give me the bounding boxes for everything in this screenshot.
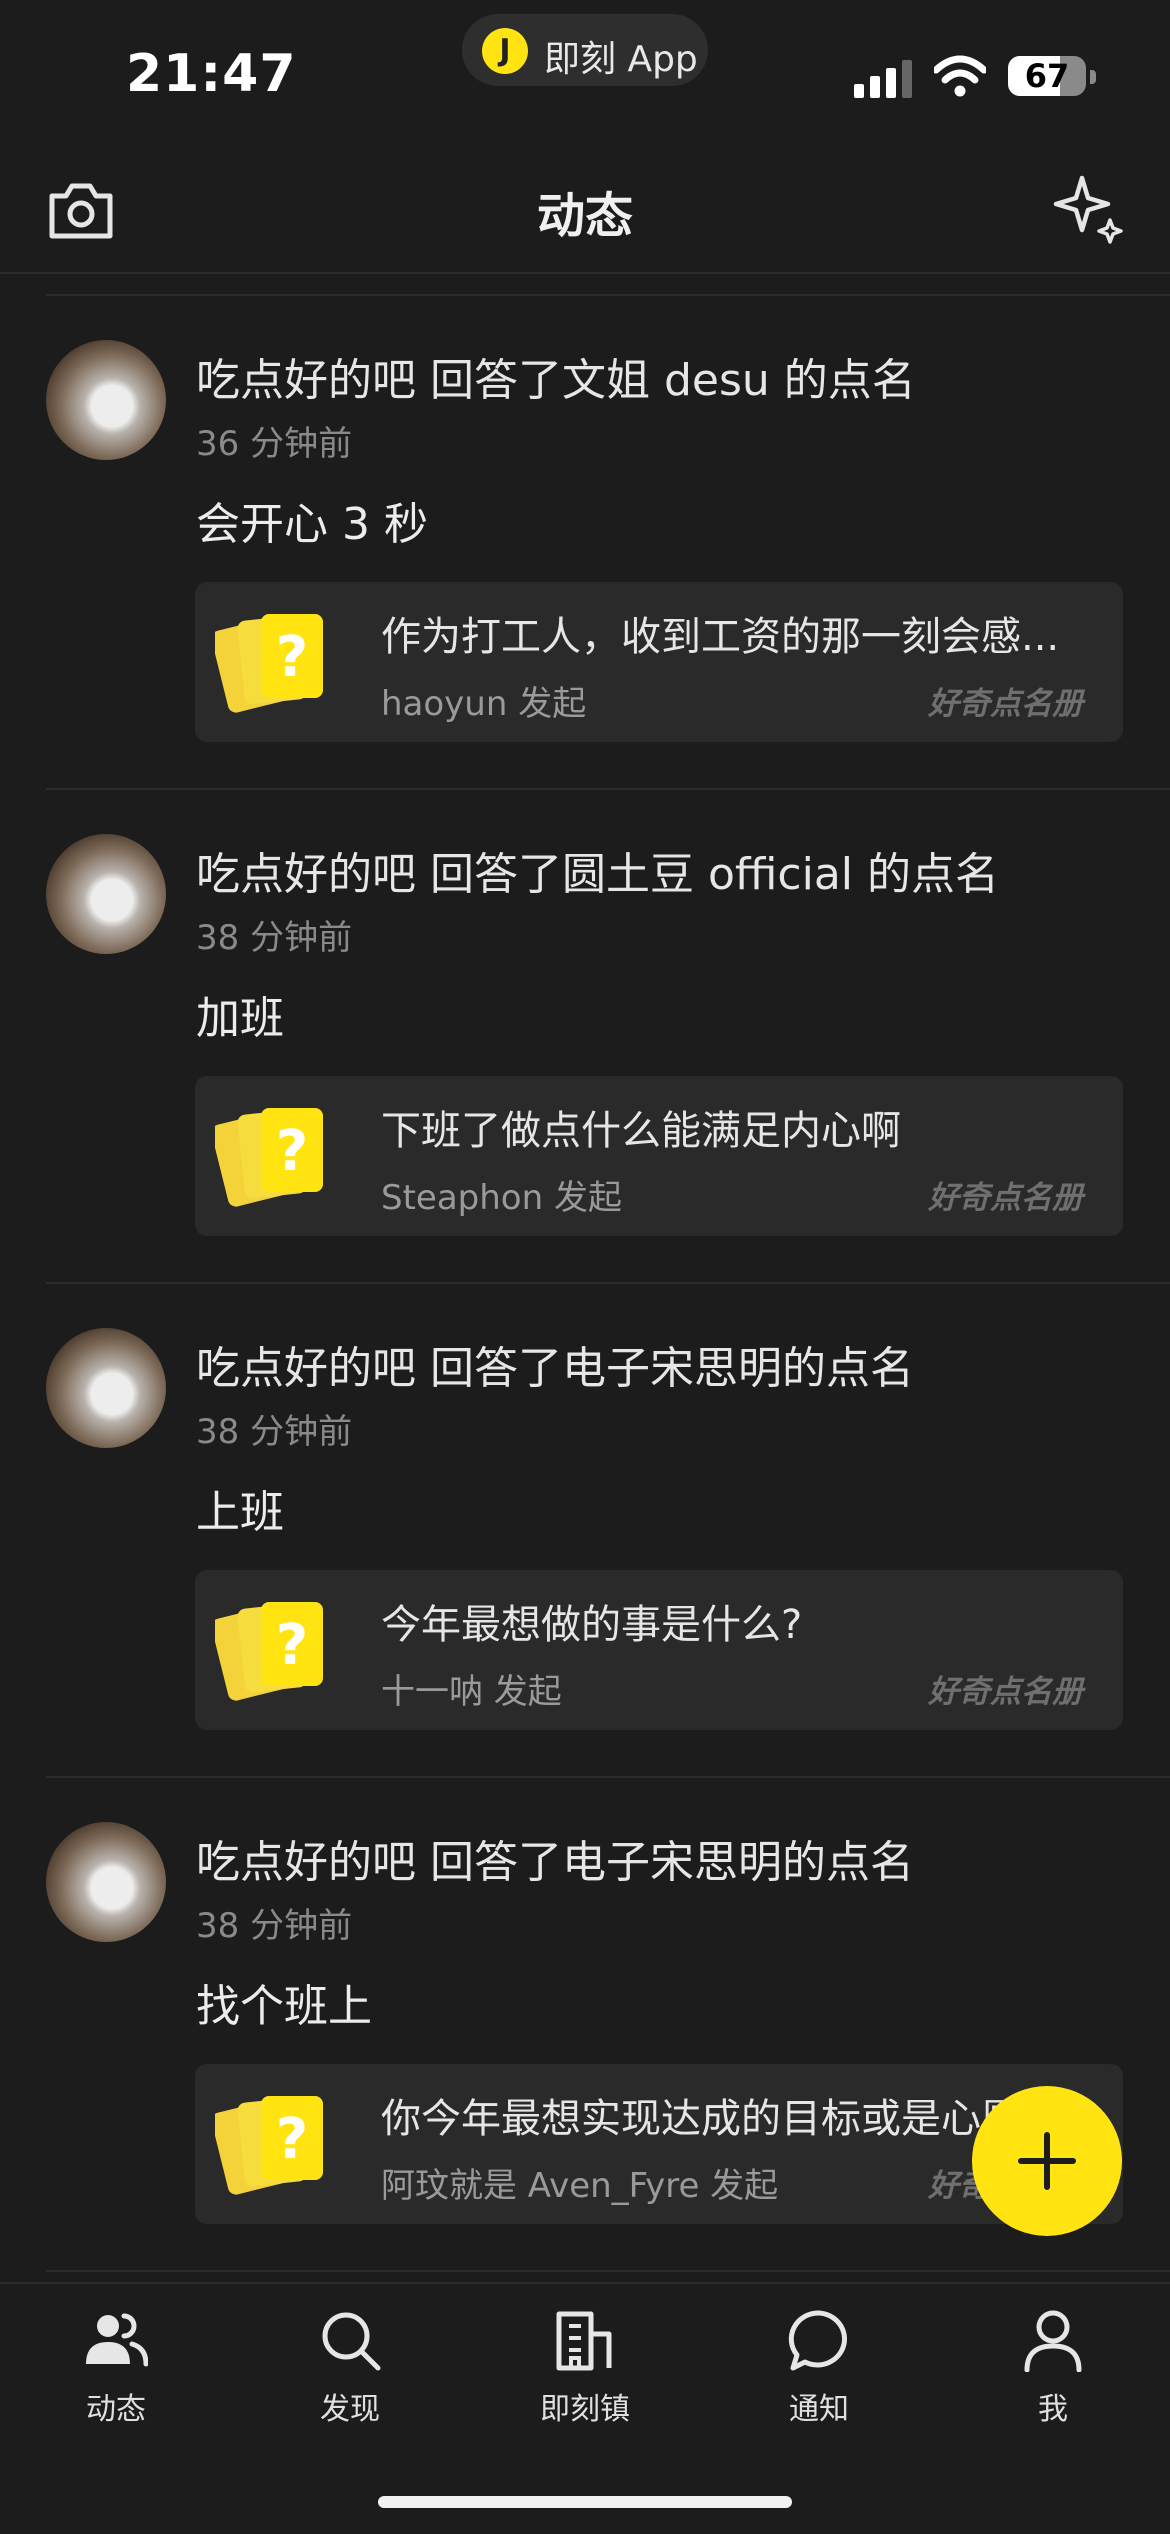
tab-label: 通知 bbox=[789, 2392, 849, 2427]
action-text: 回答了电子宋思明的点名 bbox=[416, 1837, 914, 1888]
chat-bubble-icon bbox=[788, 2310, 847, 2371]
feed-headline: 吃点好的吧 回答了电子宋思明的点名 bbox=[196, 1826, 914, 1890]
app-indicator-label: 即刻 App bbox=[544, 39, 698, 80]
question-cards-icon: ? bbox=[215, 2096, 323, 2195]
answer-text: 会开心 3 秒 bbox=[196, 499, 428, 550]
create-post-button[interactable] bbox=[972, 2086, 1122, 2236]
wifi-icon bbox=[934, 55, 986, 97]
question-cards-icon: ? bbox=[215, 1602, 323, 1701]
status-bar: 21:47 J 即刻 App 67 bbox=[0, 0, 1170, 150]
feed-headline: 吃点好的吧 回答了圆土豆 official 的点名 bbox=[196, 838, 999, 902]
timestamp: 38 分钟前 bbox=[196, 1412, 353, 1452]
app-indicator-pill[interactable]: J 即刻 App bbox=[462, 14, 708, 86]
rollcall-card[interactable]: ? 作为打工人，收到工资的那一刻会感... haoyun 发起 好奇点名册 bbox=[195, 582, 1123, 742]
user-name[interactable]: 吃点好的吧 bbox=[196, 355, 416, 406]
feed-headline: 吃点好的吧 回答了文姐 desu 的点名 bbox=[196, 344, 916, 408]
action-text: 回答了圆土豆 official 的点名 bbox=[416, 849, 1000, 900]
svg-text:?: ? bbox=[276, 625, 308, 690]
search-icon bbox=[322, 2312, 381, 2371]
question-cards-icon: ? bbox=[215, 614, 323, 713]
question-cards-icon: ? bbox=[215, 1108, 323, 1207]
svg-text:?: ? bbox=[276, 1119, 308, 1184]
home-indicator bbox=[378, 2496, 792, 2508]
card-initiator: 十一呐 发起 bbox=[381, 1672, 562, 1712]
feed-item[interactable]: 吃点好的吧 回答了电子宋思明的点名 38 分钟前 上班 ? 今年最想做的事是什么… bbox=[46, 1284, 1170, 1778]
cellular-signal-icon bbox=[854, 60, 912, 98]
jike-logo-icon: J bbox=[482, 28, 528, 74]
avatar[interactable] bbox=[46, 340, 166, 460]
user-name[interactable]: 吃点好的吧 bbox=[196, 1837, 416, 1888]
timestamp: 36 分钟前 bbox=[196, 424, 353, 464]
plus-icon bbox=[1018, 2132, 1076, 2190]
card-question: 下班了做点什么能满足内心啊 bbox=[381, 1108, 901, 1154]
activity-feed: 吃点好的吧 回答了文姐 desu 的点名 36 分钟前 会开心 3 秒 ? 作为… bbox=[0, 296, 1170, 2272]
sparkle-icon[interactable] bbox=[1052, 172, 1124, 244]
answer-text: 找个班上 bbox=[196, 1981, 372, 2032]
status-time: 21:47 bbox=[126, 44, 297, 104]
tab-jike-town[interactable]: 即刻镇 bbox=[505, 2308, 665, 2448]
battery-icon: 67 bbox=[1008, 56, 1096, 96]
nav-bar: 动态 bbox=[0, 150, 1170, 274]
svg-text:?: ? bbox=[276, 2107, 308, 2172]
feed-item[interactable]: 吃点好的吧 回答了圆土豆 official 的点名 38 分钟前 加班 ? 下班… bbox=[46, 790, 1170, 1284]
answer-text: 上班 bbox=[196, 1487, 284, 1538]
avatar[interactable] bbox=[46, 1822, 166, 1942]
rollcall-card[interactable]: ? 下班了做点什么能满足内心啊 Steaphon 发起 好奇点名册 bbox=[195, 1076, 1123, 1236]
building-icon bbox=[556, 2311, 612, 2371]
tab-notifications[interactable]: 通知 bbox=[739, 2308, 899, 2448]
tab-feed[interactable]: 动态 bbox=[36, 2308, 196, 2448]
card-source: 好奇点名册 bbox=[928, 686, 1083, 722]
timestamp: 38 分钟前 bbox=[196, 1906, 353, 1946]
rollcall-card[interactable]: ? 今年最想做的事是什么? 十一呐 发起 好奇点名册 bbox=[195, 1570, 1123, 1730]
timestamp: 38 分钟前 bbox=[196, 918, 353, 958]
card-initiator: Steaphon 发起 bbox=[381, 1178, 622, 1218]
users-icon bbox=[86, 2313, 148, 2367]
user-name[interactable]: 吃点好的吧 bbox=[196, 1343, 416, 1394]
feed-item[interactable]: 吃点好的吧 回答了文姐 desu 的点名 36 分钟前 会开心 3 秒 ? 作为… bbox=[46, 296, 1170, 790]
card-source: 好奇点名册 bbox=[928, 1180, 1083, 1216]
tab-me[interactable]: 我 bbox=[973, 2308, 1133, 2448]
card-question: 今年最想做的事是什么? bbox=[381, 1602, 803, 1648]
feed-headline: 吃点好的吧 回答了电子宋思明的点名 bbox=[196, 1332, 914, 1396]
card-source: 好奇点名册 bbox=[928, 1674, 1083, 1710]
user-name[interactable]: 吃点好的吧 bbox=[196, 849, 416, 900]
card-question: 作为打工人，收到工资的那一刻会感... bbox=[381, 614, 1060, 660]
tab-label: 即刻镇 bbox=[540, 2392, 630, 2427]
person-icon bbox=[1024, 2310, 1082, 2372]
answer-text: 加班 bbox=[196, 993, 284, 1044]
avatar[interactable] bbox=[46, 1328, 166, 1448]
action-text: 回答了电子宋思明的点名 bbox=[416, 1343, 914, 1394]
tab-label: 我 bbox=[1038, 2392, 1068, 2427]
action-text: 回答了文姐 desu 的点名 bbox=[416, 355, 916, 406]
tab-label: 发现 bbox=[320, 2392, 380, 2427]
tab-discover[interactable]: 发现 bbox=[270, 2308, 430, 2448]
svg-text:?: ? bbox=[276, 1613, 308, 1678]
avatar[interactable] bbox=[46, 834, 166, 954]
page-title: 动态 bbox=[536, 188, 633, 244]
tab-label: 动态 bbox=[86, 2392, 146, 2427]
card-initiator: 阿玟就是 Aven_Fyre 发起 bbox=[381, 2166, 779, 2206]
card-initiator: haoyun 发起 bbox=[381, 684, 587, 724]
battery-level: 67 bbox=[1024, 57, 1070, 95]
